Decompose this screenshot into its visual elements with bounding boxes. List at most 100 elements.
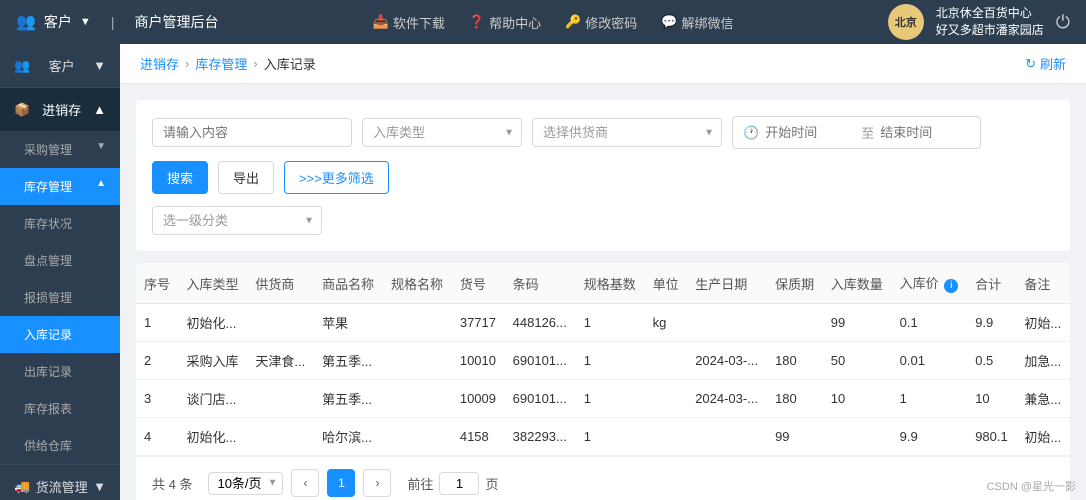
table-cell: 10010 [452,342,505,380]
table-cell: 3 [136,380,179,418]
start-date-input[interactable] [765,125,855,140]
system-title: 商户管理后台 [134,12,218,32]
table-cell: 37717 [452,304,505,342]
type-select-wrapper: 入库类型 [362,118,522,147]
table-cell [687,418,767,456]
prev-page-button[interactable]: ‹ [291,469,319,497]
sidebar-item-stock-status[interactable]: 库存状况 [0,205,120,242]
table-cell: 10 [823,380,892,418]
customer-label[interactable]: 客户 [44,12,72,32]
sidebar-item-stock-mgmt[interactable]: 库存管理 ▲ [0,168,120,205]
table-cell [645,418,688,456]
table-row: 1初始化...苹果37717448126...1kg990.19.9初始... [136,304,1070,342]
logistics-arrow: ▼ [93,479,106,494]
col-seq: 序号 [136,263,179,304]
table-cell: 初始化... [179,418,248,456]
col-supplier: 供货商 [247,263,314,304]
stock-status-label: 库存状况 [24,217,72,231]
table-cell: 初始化... [179,304,248,342]
search-button[interactable]: 搜索 [152,161,208,194]
type-select[interactable]: 入库类型 [362,118,522,147]
sidebar-section-logistics: 🚚 货流管理 ▼ [0,465,120,500]
table-cell [645,342,688,380]
help-nav-item[interactable]: ❓ 帮助中心 [469,13,541,32]
sidebar-header-logistics[interactable]: 🚚 货流管理 ▼ [0,465,120,500]
top-nav-center: 📥 软件下载 ❓ 帮助中心 🔑 修改密码 💬 解绑微信 [218,13,887,32]
sidebar-item-inbound[interactable]: 入库记录 [0,316,120,353]
inbound-label: 入库记录 [24,328,72,342]
col-base: 规格基数 [576,263,645,304]
table-cell: 兼急... [1016,380,1070,418]
logistics-label: 货流管理 [36,477,88,496]
page-goto: 前往 页 [407,472,498,495]
password-icon: 🔑 [565,14,581,30]
search-input[interactable] [152,118,352,147]
sidebar-item-loss-mgmt[interactable]: 报损管理 [0,279,120,316]
table-cell: 天津食... [247,342,314,380]
dropdown-icon[interactable]: ▼ [80,16,91,28]
table-cell: 2 [136,342,179,380]
table-cell: 第五季... [314,380,383,418]
sidebar-item-outbound[interactable]: 出库记录 [0,353,120,390]
page-size-select[interactable]: 10条/页 20条/页 [208,472,283,495]
supplier-select[interactable]: 选择供货商 [532,118,722,147]
table-cell: 50 [823,342,892,380]
sidebar-item-supplier-warehouse[interactable]: 供给仓库 [0,427,120,464]
download-nav-item[interactable]: 📥 软件下载 [373,13,445,32]
table-cell: 0.5 [967,342,1016,380]
filter-row-2: 搜索 导出 >>>更多筛选 [152,161,1054,194]
table-cell: 哈尔滨... [314,418,383,456]
table-cell: 99 [823,304,892,342]
sidebar-item-stock-report[interactable]: 库存报表 [0,390,120,427]
breadcrumb-stock-mgmt[interactable]: 库存管理 [195,54,247,73]
supplier-warehouse-label: 供给仓库 [24,439,72,453]
col-price: 入库价 i [892,263,968,304]
wechat-nav-item[interactable]: 💬 解绑微信 [661,13,733,32]
end-date-input[interactable] [880,125,970,140]
page-content: 入库类型 选择供货商 🕐 至 [120,84,1086,500]
table-cell: 180 [767,380,823,418]
current-page-button[interactable]: 1 [327,469,355,497]
sidebar-header-customers[interactable]: 👥 客户 ▼ [0,44,120,87]
refresh-label: 刷新 [1040,54,1066,73]
export-button[interactable]: 导出 [218,161,274,194]
download-label: 软件下载 [393,13,445,32]
help-label: 帮助中心 [489,13,541,32]
table-cell: 1 [576,380,645,418]
password-nav-item[interactable]: 🔑 修改密码 [565,13,637,32]
table-cell: 99 [767,418,823,456]
breadcrumb-current: 入库记录 [264,54,316,73]
goto-input[interactable] [439,472,479,495]
table-cell: 4 [136,418,179,456]
table-cell: 第五季... [314,342,383,380]
next-page-button[interactable]: › [363,469,391,497]
col-barcode: 条码 [505,263,576,304]
sidebar-item-inventory-check[interactable]: 盘点管理 [0,242,120,279]
table-cell: 谈门店... [179,380,248,418]
sidebar-header-inventory[interactable]: 📦 进销存 ▲ [0,88,120,131]
col-spec: 规格名称 [383,263,452,304]
content-area: 进销存 › 库存管理 › 入库记录 ↻ 刷新 入库类型 [120,44,1086,500]
more-filter-button[interactable]: >>>更多筛选 [284,161,389,194]
stock-mgmt-arrow: ▲ [96,178,106,189]
sidebar-item-purchase[interactable]: 采购管理 ▼ [0,131,120,168]
customers-icon: 👥 [14,58,30,74]
table-cell [823,418,892,456]
price-info-icon[interactable]: i [944,279,958,293]
clock-icon: 🕐 [743,125,759,141]
refresh-button[interactable]: ↻ 刷新 [1025,54,1066,73]
table-cell: 690101... [505,342,576,380]
table-cell: 180 [767,342,823,380]
inventory-arrow: ▲ [93,102,106,117]
logout-button[interactable]: ⏻ [1056,12,1070,33]
breadcrumb: 进销存 › 库存管理 › 入库记录 ↻ 刷新 [120,44,1086,84]
category-select[interactable]: 选一级分类 [152,206,322,235]
table-cell: 980.1 [967,418,1016,456]
page-size-wrapper: 10条/页 20条/页 [208,472,283,495]
table-header: 序号 入库类型 供货商 商品名称 规格名称 货号 条码 规格基数 单位 生产日期… [136,263,1070,304]
user-info: 北京休全百货中心 好又多超市潘家园店 [936,5,1044,39]
user-avatar: 北京 [888,4,924,40]
col-total: 合计 [967,263,1016,304]
table-row: 3谈门店...第五季...10009690101...12024-03-...1… [136,380,1070,418]
breadcrumb-inventory[interactable]: 进销存 [140,54,179,73]
